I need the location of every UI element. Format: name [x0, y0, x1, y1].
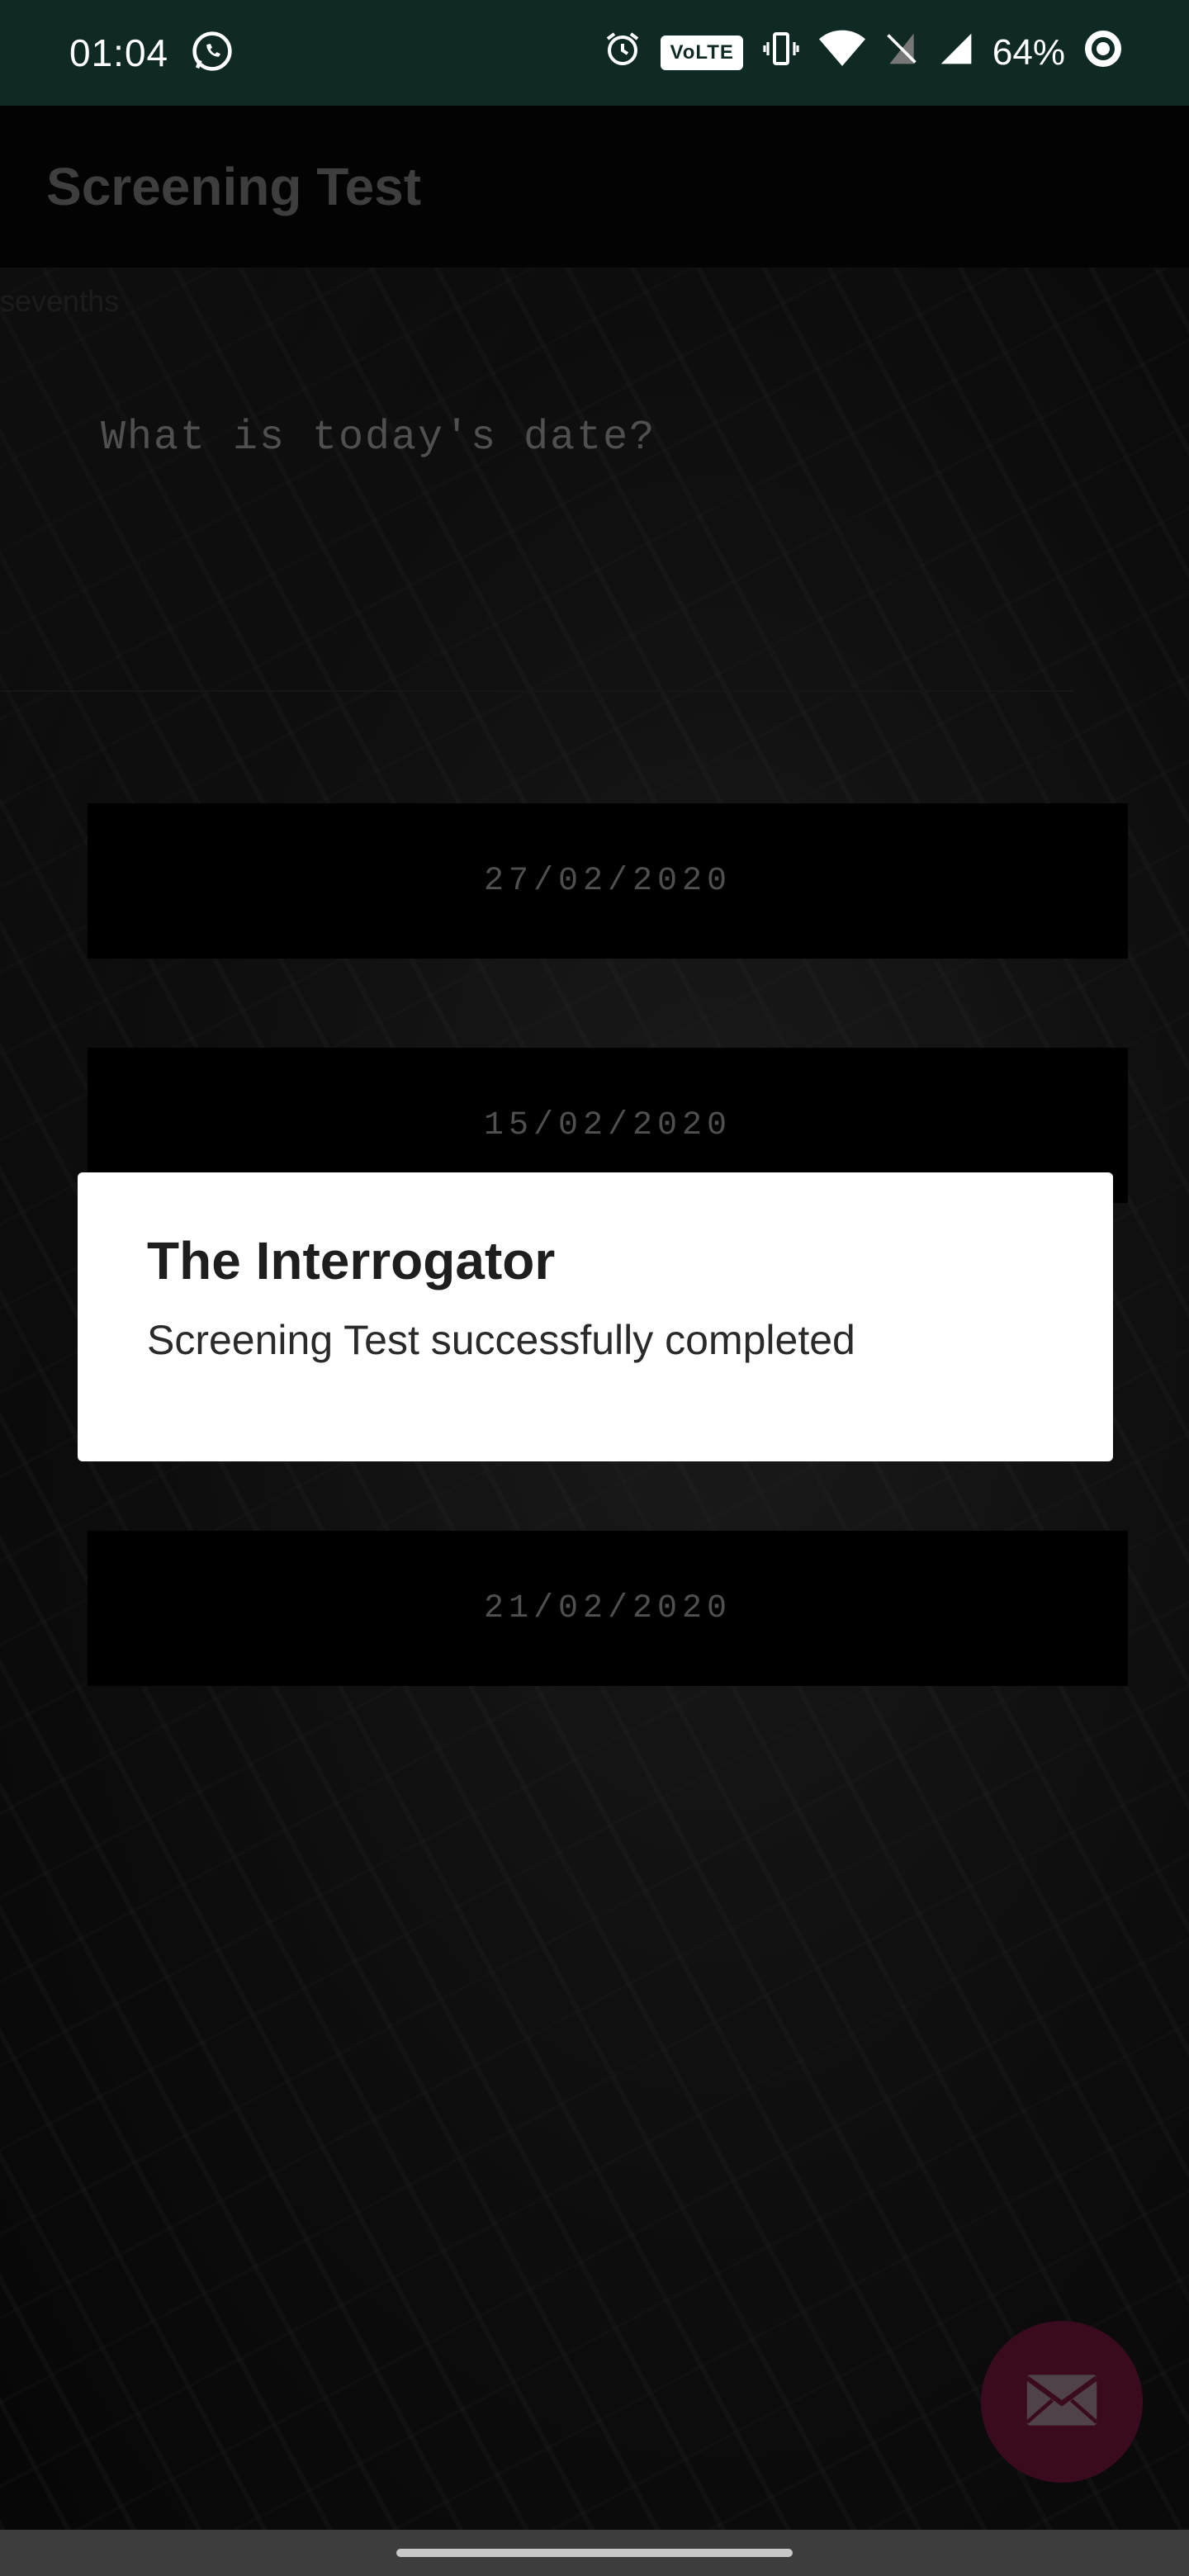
no-sim-icon: [883, 29, 920, 78]
wifi-icon: [818, 29, 865, 78]
battery-text: 64%: [992, 32, 1065, 73]
whatsapp-icon: [190, 29, 234, 78]
vibrate-icon: [761, 29, 801, 78]
alarm-icon: [603, 29, 642, 78]
home-gesture-handle[interactable]: [396, 2549, 793, 2557]
status-time: 01:04: [69, 31, 169, 74]
status-bar: 01:04 VoLTE 64%: [0, 0, 1189, 106]
volte-icon: VoLTE: [661, 36, 743, 70]
dialog-message: Screening Test successfully completed: [147, 1317, 855, 1363]
status-right: VoLTE 64%: [603, 29, 1123, 78]
alert-dialog: The Interrogator Screening Test successf…: [78, 1172, 1113, 1461]
navigation-bar: [0, 2530, 1189, 2576]
status-left: 01:04: [69, 29, 234, 78]
signal-icon: [938, 29, 974, 78]
dialog-title: The Interrogator: [147, 1231, 556, 1290]
battery-icon: [1083, 29, 1123, 78]
